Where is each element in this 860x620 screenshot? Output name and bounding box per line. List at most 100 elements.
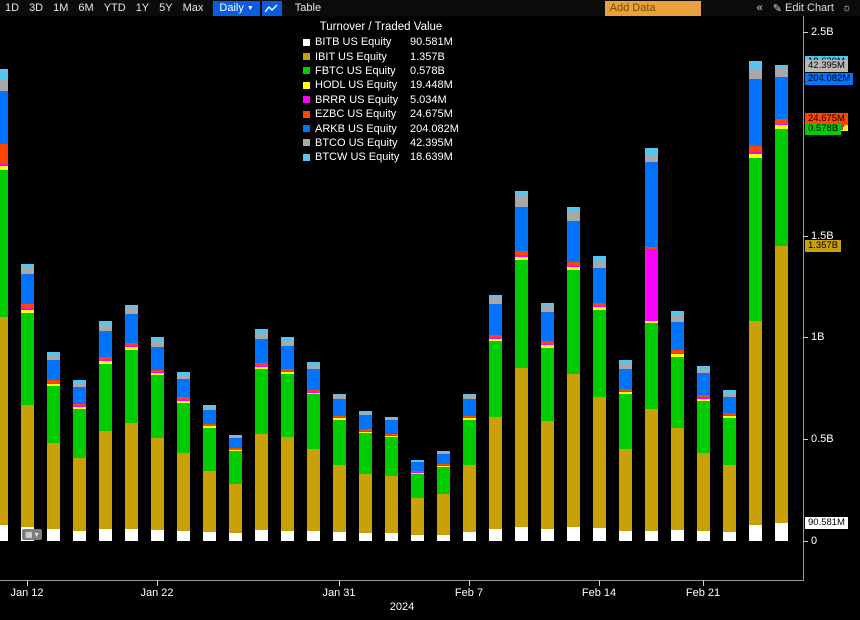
- chart-settings-icon[interactable]: ☼: [840, 2, 860, 14]
- collapse-panel-icon[interactable]: «: [753, 2, 767, 14]
- y-tick-mark: [803, 236, 808, 237]
- legend-swatch: [303, 53, 310, 60]
- pencil-icon: ✎: [773, 2, 782, 15]
- bar-segment-bitb: [723, 532, 736, 541]
- right-axis: 2.5B1.5B1B0.5B019.448M5.034M24.675M0.578…: [803, 16, 860, 596]
- bar-segment-ibit: [697, 453, 710, 530]
- bar-segment-bitb: [697, 531, 710, 541]
- range-button-ytd[interactable]: YTD: [99, 0, 131, 16]
- stacked-bar[interactable]: [593, 256, 606, 541]
- range-button-1y[interactable]: 1Y: [131, 0, 154, 16]
- stacked-bar[interactable]: [749, 61, 762, 541]
- stacked-bar[interactable]: [619, 360, 632, 541]
- bar-segment-bitb: [619, 531, 632, 541]
- add-data-field[interactable]: Add Data: [605, 1, 701, 16]
- stacked-bar[interactable]: [47, 352, 60, 541]
- stacked-bar[interactable]: [541, 303, 554, 541]
- stacked-bar[interactable]: [463, 394, 476, 541]
- range-button-5y[interactable]: 5Y: [154, 0, 177, 16]
- bar-segment-bitb: [99, 529, 112, 541]
- bar-segment-btco: [749, 69, 762, 79]
- bar-segment-ibit: [671, 428, 684, 530]
- stacked-bar[interactable]: [489, 295, 502, 541]
- bar-segment-bitb: [47, 529, 60, 541]
- range-button-1d[interactable]: 1D: [0, 0, 24, 16]
- legend-item[interactable]: BTCW US Equity18.639M: [303, 150, 459, 164]
- chart-tools-toggle[interactable]: ▦ ▾: [22, 529, 42, 540]
- frequency-dropdown[interactable]: Daily ▼: [213, 1, 259, 16]
- stacked-bar[interactable]: [73, 380, 86, 541]
- chart-toolbar: 1D 3D 1M 6M YTD 1Y 5Y Max Daily ▼ Table …: [0, 0, 860, 16]
- edit-chart-button[interactable]: ✎ Edit Chart: [767, 2, 840, 15]
- bar-segment-fbtc: [47, 386, 60, 443]
- bar-segment-arkb: [73, 387, 86, 403]
- bar-segment-arkb: [619, 369, 632, 389]
- bar-segment-ibit: [515, 368, 528, 527]
- bar-segment-arkb: [307, 369, 320, 389]
- bar-segment-btco: [671, 315, 684, 322]
- legend-item[interactable]: BTCO US Equity42.395M: [303, 136, 459, 150]
- range-button-max[interactable]: Max: [178, 0, 209, 16]
- stacked-bar[interactable]: [177, 372, 190, 541]
- bar-segment-fbtc: [749, 158, 762, 321]
- stacked-bar[interactable]: [0, 69, 8, 541]
- stacked-bar[interactable]: [567, 207, 580, 541]
- bar-segment-ibit: [307, 449, 320, 530]
- legend-item[interactable]: ARKB US Equity204.082M: [303, 121, 459, 135]
- bar-segment-arkb: [567, 221, 580, 262]
- stacked-bar[interactable]: [645, 148, 658, 541]
- range-button-3d[interactable]: 3D: [24, 0, 48, 16]
- legend-series-value: 204.082M: [410, 123, 459, 135]
- stacked-bar[interactable]: [255, 329, 268, 541]
- stacked-bar[interactable]: [359, 411, 372, 541]
- bar-segment-btco: [515, 196, 528, 206]
- bar-segment-arkb: [359, 415, 372, 429]
- bar-segment-ibit: [0, 317, 8, 525]
- stacked-bar[interactable]: [437, 451, 450, 541]
- range-button-6m[interactable]: 6M: [73, 0, 98, 16]
- bar-segment-ibit: [463, 465, 476, 532]
- x-tick-mark: [339, 580, 340, 586]
- stacked-bar[interactable]: [151, 337, 164, 541]
- legend-item[interactable]: BRRR US Equity5.034M: [303, 93, 459, 107]
- bar-segment-ezbc: [0, 144, 8, 164]
- stacked-bar[interactable]: [671, 311, 684, 541]
- table-button[interactable]: Table: [290, 0, 326, 16]
- range-button-1m[interactable]: 1M: [48, 0, 73, 16]
- stacked-bar[interactable]: [307, 362, 320, 541]
- stacked-bar[interactable]: [515, 191, 528, 541]
- legend-item[interactable]: BITB US Equity90.581M: [303, 35, 459, 49]
- stacked-bar[interactable]: [281, 337, 294, 541]
- bar-segment-fbtc: [255, 369, 268, 434]
- stacked-bar[interactable]: [723, 390, 736, 541]
- bar-segment-fbtc: [73, 409, 86, 458]
- edit-chart-label: Edit Chart: [785, 2, 834, 14]
- legend-item[interactable]: IBIT US Equity1.357B: [303, 49, 459, 63]
- bar-segment-arkb: [385, 420, 398, 433]
- bar-segment-fbtc: [775, 129, 788, 247]
- legend-item[interactable]: FBTC US Equity0.578B: [303, 64, 459, 78]
- stacked-bar[interactable]: [775, 65, 788, 541]
- bar-segment-ibit: [21, 405, 34, 527]
- legend-series-name: BTCO US Equity: [315, 137, 405, 149]
- stacked-bar[interactable]: [125, 305, 138, 541]
- legend-item[interactable]: EZBC US Equity24.675M: [303, 107, 459, 121]
- stacked-bar[interactable]: [229, 435, 242, 541]
- legend-item[interactable]: HODL US Equity19.448M: [303, 78, 459, 92]
- stacked-bar[interactable]: [99, 321, 112, 541]
- dropdown-arrow-icon: ▾: [35, 529, 39, 540]
- stacked-bar[interactable]: [21, 264, 34, 541]
- stacked-bar[interactable]: [203, 405, 216, 541]
- stacked-bar[interactable]: [411, 460, 424, 541]
- bar-segment-ibit: [151, 438, 164, 530]
- axis-last-value-badge: 90.581M: [805, 517, 848, 529]
- stacked-bar[interactable]: [333, 394, 346, 541]
- x-tick-label: Jan 31: [322, 587, 355, 599]
- chart-type-button[interactable]: [262, 1, 282, 16]
- x-tick-mark: [703, 580, 704, 586]
- stacked-bar[interactable]: [697, 366, 710, 541]
- y-tick-mark: [803, 337, 808, 338]
- stacked-bar[interactable]: [385, 417, 398, 541]
- chart-plot-area[interactable]: Turnover / Traded Value BITB US Equity90…: [0, 16, 803, 580]
- bar-segment-bitb: [385, 533, 398, 541]
